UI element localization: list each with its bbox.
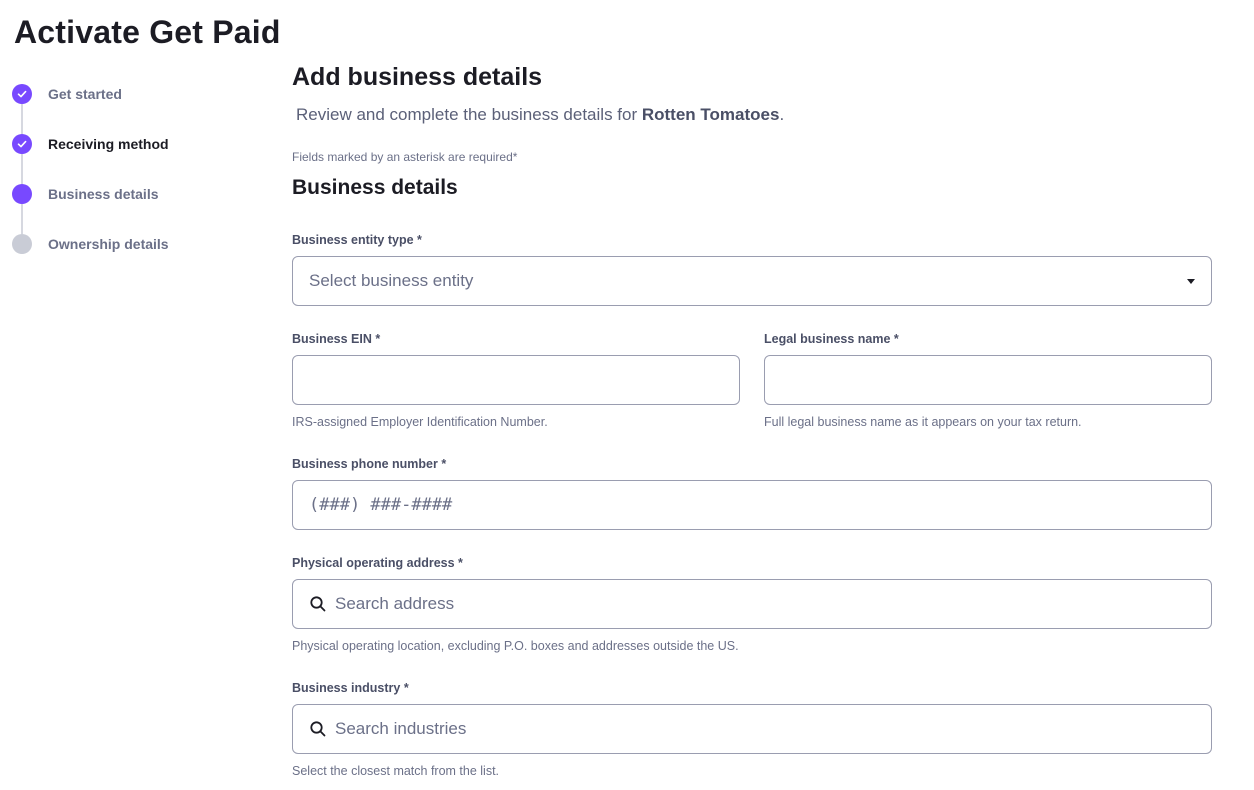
form-section-title: Business details bbox=[292, 176, 458, 199]
address-label: Physical operating address * bbox=[292, 556, 463, 570]
subtitle-prefix: Review and complete the business details… bbox=[296, 105, 642, 124]
ein-label: Business EIN * bbox=[292, 332, 381, 346]
check-icon bbox=[12, 134, 32, 154]
current-step-dot-icon bbox=[12, 184, 32, 204]
pending-step-dot-icon bbox=[12, 234, 32, 254]
legal-name-input[interactable] bbox=[764, 355, 1212, 405]
address-search-input[interactable]: Search address bbox=[292, 579, 1212, 629]
step-label: Get started bbox=[48, 86, 122, 102]
main-content: Add business details Review and complete… bbox=[292, 60, 1212, 203]
page-title: Activate Get Paid bbox=[14, 14, 281, 50]
search-icon bbox=[310, 721, 326, 737]
step-label: Ownership details bbox=[48, 236, 169, 252]
search-icon bbox=[310, 596, 326, 612]
check-icon bbox=[12, 84, 32, 104]
step-connector bbox=[21, 204, 23, 234]
industry-field: Business industry * Search industries Se… bbox=[292, 680, 1212, 779]
entity-type-label: Business entity type * bbox=[292, 233, 422, 247]
business-name: Rotten Tomatoes bbox=[641, 105, 780, 124]
phone-label: Business phone number * bbox=[292, 457, 447, 471]
industry-helper: Select the closest match from the list. bbox=[292, 764, 500, 778]
step-connector bbox=[21, 154, 23, 184]
address-placeholder: Search address bbox=[335, 594, 455, 613]
industry-label: Business industry * bbox=[292, 681, 409, 695]
caret-down-icon bbox=[1187, 278, 1195, 284]
step-business-details[interactable]: Business details bbox=[12, 184, 252, 234]
address-field: Physical operating address * Search addr… bbox=[292, 555, 1212, 654]
step-connector bbox=[21, 104, 23, 134]
subtitle: Review and complete the business details… bbox=[296, 104, 1212, 126]
progress-stepper: Get started Receiving method Business de… bbox=[12, 84, 252, 284]
industry-search-input[interactable]: Search industries bbox=[292, 704, 1212, 754]
address-helper: Physical operating location, excluding P… bbox=[292, 639, 739, 653]
entity-type-field: Business entity type * Select business e… bbox=[292, 232, 1212, 306]
phone-field: Business phone number * (###) ###-#### bbox=[292, 456, 1212, 530]
section-heading: Add business details bbox=[292, 63, 543, 91]
industry-placeholder: Search industries bbox=[335, 719, 467, 738]
ein-field: Business EIN * IRS-assigned Employer Ide… bbox=[292, 331, 740, 430]
legal-name-helper: Full legal business name as it appears o… bbox=[764, 415, 1082, 429]
legal-name-label: Legal business name * bbox=[764, 332, 899, 346]
ein-input[interactable] bbox=[292, 355, 740, 405]
ein-helper: IRS-assigned Employer Identification Num… bbox=[292, 415, 548, 429]
required-note: Fields marked by an asterisk are require… bbox=[292, 150, 518, 164]
phone-input[interactable]: (###) ###-#### bbox=[292, 480, 1212, 530]
subtitle-suffix: . bbox=[779, 105, 785, 124]
step-ownership-details[interactable]: Ownership details bbox=[12, 234, 252, 284]
phone-placeholder: (###) ###-#### bbox=[309, 495, 453, 515]
step-label: Receiving method bbox=[48, 136, 169, 152]
entity-type-select[interactable]: Select business entity bbox=[292, 256, 1212, 306]
step-get-started[interactable]: Get started bbox=[12, 84, 252, 134]
legal-name-field: Legal business name * Full legal busines… bbox=[764, 331, 1212, 430]
entity-type-placeholder: Select business entity bbox=[309, 271, 474, 290]
step-receiving-method[interactable]: Receiving method bbox=[12, 134, 252, 184]
step-label: Business details bbox=[48, 186, 159, 202]
